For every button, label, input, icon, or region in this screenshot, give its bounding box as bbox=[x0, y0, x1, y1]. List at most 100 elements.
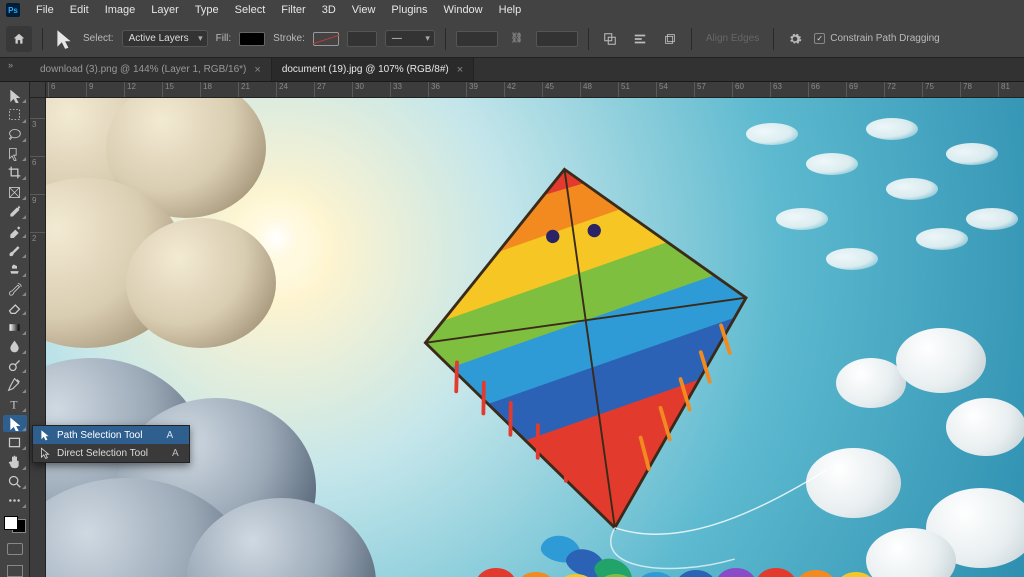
menu-3d[interactable]: 3D bbox=[314, 1, 344, 19]
menu-filter[interactable]: Filter bbox=[273, 1, 313, 19]
cloud-wisp bbox=[826, 248, 878, 270]
width-input[interactable] bbox=[456, 31, 498, 47]
menu-plugins[interactable]: Plugins bbox=[383, 1, 435, 19]
quick-mask-toggle[interactable] bbox=[7, 543, 23, 554]
flyout-direct-selection-tool[interactable]: Direct Selection Tool A bbox=[33, 444, 189, 462]
cloud-wisp bbox=[946, 143, 998, 165]
ruler-tick: 75 bbox=[922, 82, 934, 97]
horizontal-ruler[interactable]: 6912151821242730333639424548515457606366… bbox=[30, 82, 1024, 98]
menu-bar: Ps File Edit Image Layer Type Select Fil… bbox=[0, 0, 1024, 20]
document-tab-label: download (3).png @ 144% (Layer 1, RGB/16… bbox=[40, 64, 246, 75]
ruler-tick: 54 bbox=[656, 82, 668, 97]
ruler-tick: 3 bbox=[30, 118, 45, 129]
marquee-tool[interactable] bbox=[3, 106, 27, 123]
cloud-graphic bbox=[126, 218, 276, 348]
align-edges-toggle[interactable]: Align Edges bbox=[702, 33, 763, 44]
menu-edit[interactable]: Edit bbox=[62, 1, 97, 19]
ruler-tick: 6 bbox=[48, 82, 55, 97]
constrain-label: Constrain Path Dragging bbox=[830, 33, 940, 44]
ruler-tick: 12 bbox=[124, 82, 136, 97]
menu-select[interactable]: Select bbox=[227, 1, 274, 19]
lasso-tool[interactable] bbox=[3, 126, 27, 143]
divider bbox=[691, 28, 692, 50]
menu-file[interactable]: File bbox=[28, 1, 62, 19]
menu-view[interactable]: View bbox=[344, 1, 384, 19]
ruler-tick: 81 bbox=[998, 82, 1010, 97]
vertical-ruler[interactable]: 3692 bbox=[30, 98, 46, 577]
kite-tail bbox=[796, 570, 836, 577]
edit-toolbar[interactable] bbox=[3, 492, 27, 509]
rectangle-tool[interactable] bbox=[3, 434, 27, 451]
canvas[interactable] bbox=[46, 98, 1024, 577]
path-operations-icon[interactable] bbox=[599, 28, 621, 50]
kite-tail bbox=[716, 568, 756, 577]
healing-brush-tool[interactable] bbox=[3, 222, 27, 239]
menu-image[interactable]: Image bbox=[97, 1, 144, 19]
fill-swatch[interactable] bbox=[239, 32, 265, 46]
menu-layer[interactable]: Layer bbox=[143, 1, 187, 19]
ruler-tick: 57 bbox=[694, 82, 706, 97]
app-logo[interactable]: Ps bbox=[6, 3, 20, 17]
object-select-tool[interactable] bbox=[3, 145, 27, 162]
cloud-graphic bbox=[806, 448, 901, 518]
path-arrangement-icon[interactable] bbox=[659, 28, 681, 50]
stroke-swatch[interactable] bbox=[313, 32, 339, 46]
gradient-tool[interactable] bbox=[3, 318, 27, 335]
fill-label: Fill: bbox=[216, 33, 232, 44]
select-mode-dropdown[interactable]: Active Layers bbox=[122, 30, 208, 47]
expand-chevrons-icon[interactable]: » bbox=[8, 60, 13, 70]
ruler-tick: 2 bbox=[30, 232, 45, 243]
stroke-width-input[interactable] bbox=[347, 31, 377, 47]
kite-tail bbox=[516, 572, 556, 577]
document-tab[interactable]: download (3).png @ 144% (Layer 1, RGB/16… bbox=[30, 58, 272, 81]
frame-tool[interactable] bbox=[3, 183, 27, 200]
flyout-item-shortcut: A bbox=[166, 430, 173, 441]
document-tab-label: document (19).jpg @ 107% (RGB/8#) bbox=[282, 64, 449, 75]
move-tool[interactable] bbox=[3, 87, 27, 104]
ruler-tick: 24 bbox=[276, 82, 288, 97]
hand-tool[interactable] bbox=[3, 453, 27, 470]
flyout-item-shortcut: A bbox=[172, 448, 179, 459]
menu-help[interactable]: Help bbox=[491, 1, 530, 19]
eraser-tool[interactable] bbox=[3, 299, 27, 316]
blur-tool[interactable] bbox=[3, 338, 27, 355]
ruler-tick: 45 bbox=[542, 82, 554, 97]
flyout-path-selection-tool[interactable]: Path Selection Tool A bbox=[33, 426, 189, 444]
kite-tail bbox=[756, 568, 796, 577]
ruler-tick: 39 bbox=[466, 82, 478, 97]
cloud-wisp bbox=[866, 118, 918, 140]
pen-tool[interactable] bbox=[3, 376, 27, 393]
screen-mode-switcher[interactable] bbox=[7, 565, 23, 577]
select-label: Select: bbox=[83, 33, 114, 44]
clone-stamp-tool[interactable] bbox=[3, 261, 27, 278]
menu-window[interactable]: Window bbox=[436, 1, 491, 19]
link-icon[interactable]: ⛓ bbox=[506, 28, 528, 50]
flyout-item-label: Path Selection Tool bbox=[57, 430, 142, 441]
svg-text:T: T bbox=[10, 398, 17, 411]
path-selection-tool[interactable] bbox=[3, 415, 27, 432]
divider bbox=[445, 28, 446, 50]
menu-type[interactable]: Type bbox=[187, 1, 227, 19]
history-brush-tool[interactable] bbox=[3, 280, 27, 297]
zoom-tool[interactable] bbox=[3, 473, 27, 490]
gear-icon[interactable] bbox=[784, 28, 806, 50]
crop-tool[interactable] bbox=[3, 164, 27, 181]
dodge-tool[interactable] bbox=[3, 357, 27, 374]
ruler-origin[interactable] bbox=[30, 82, 46, 98]
close-icon[interactable]: × bbox=[457, 64, 463, 76]
foreground-background-colors[interactable] bbox=[4, 516, 26, 533]
flyout-item-label: Direct Selection Tool bbox=[57, 448, 148, 459]
close-icon[interactable]: × bbox=[254, 64, 260, 76]
stroke-style-dropdown[interactable]: — bbox=[385, 30, 435, 47]
type-tool[interactable]: T bbox=[3, 396, 27, 413]
ruler-tick: 72 bbox=[884, 82, 896, 97]
document-tab[interactable]: document (19).jpg @ 107% (RGB/8#) × bbox=[272, 58, 474, 81]
brush-tool[interactable] bbox=[3, 241, 27, 258]
path-alignment-icon[interactable] bbox=[629, 28, 651, 50]
height-input[interactable] bbox=[536, 31, 578, 47]
ruler-tick: 15 bbox=[162, 82, 174, 97]
ruler-tick: 60 bbox=[732, 82, 744, 97]
constrain-path-dragging-checkbox[interactable]: ✓ Constrain Path Dragging bbox=[814, 33, 940, 44]
home-button[interactable] bbox=[6, 26, 32, 52]
eyedropper-tool[interactable] bbox=[3, 203, 27, 220]
